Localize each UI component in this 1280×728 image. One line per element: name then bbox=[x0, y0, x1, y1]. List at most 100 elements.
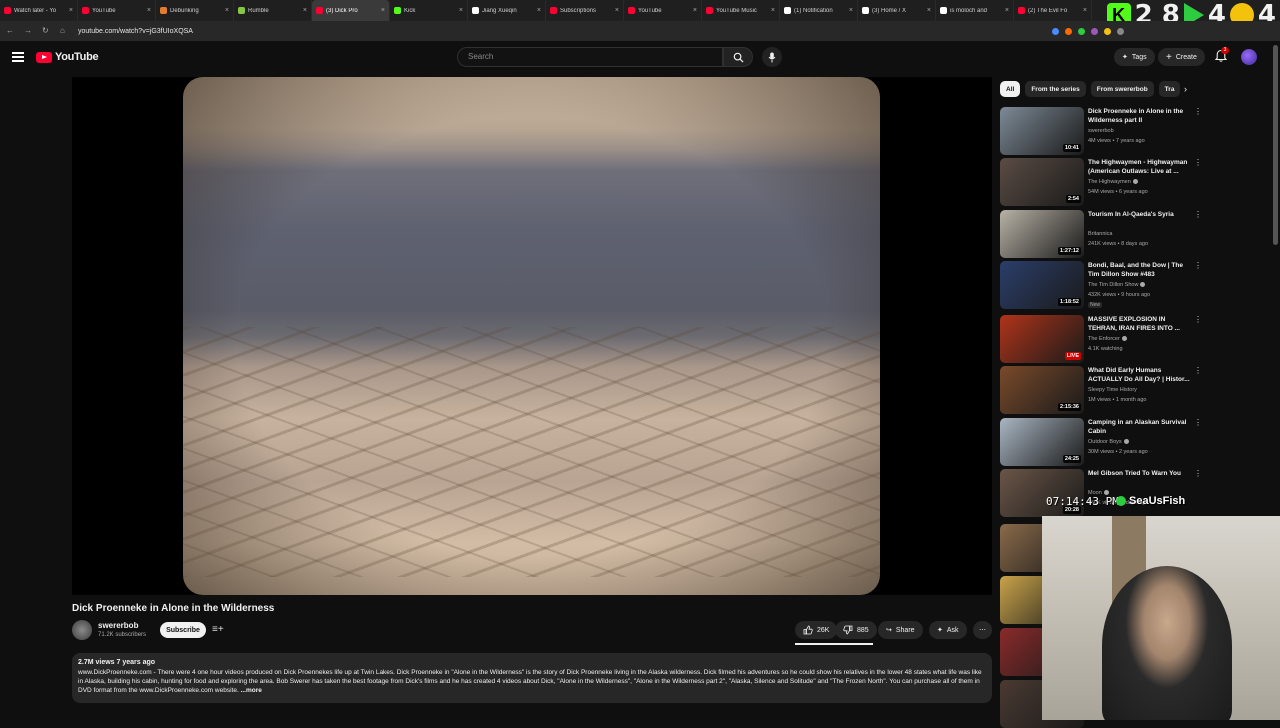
browser-tab[interactable]: Jiang Xueqin × bbox=[468, 0, 546, 21]
tab-close-icon[interactable]: × bbox=[615, 7, 619, 14]
browser-tab[interactable]: YouTube Music × bbox=[702, 0, 780, 21]
browser-tab[interactable]: YouTube × bbox=[78, 0, 156, 21]
home-icon[interactable]: ⌂ bbox=[60, 27, 68, 35]
tab-close-icon[interactable]: × bbox=[225, 7, 229, 14]
recommended-channel[interactable]: The Tim Dillon Show bbox=[1088, 282, 1146, 288]
browser-tab[interactable]: Subscriptions × bbox=[546, 0, 624, 21]
url-field[interactable]: youtube.com/watch?v=jG3fUIoXQSA bbox=[78, 28, 1042, 35]
recommended-video[interactable]: LIVE MASSIVE EXPLOSION IN TEHRAN, IRAN FI… bbox=[1000, 315, 1202, 363]
reload-icon[interactable]: ↻ bbox=[42, 27, 50, 35]
more-vertical-icon[interactable]: ⋮ bbox=[1194, 470, 1202, 478]
search-input[interactable]: Search bbox=[457, 47, 723, 67]
extension-icon[interactable] bbox=[1052, 27, 1059, 35]
tab-close-icon[interactable]: × bbox=[69, 7, 73, 14]
more-vertical-icon[interactable]: ⋮ bbox=[1194, 108, 1202, 116]
filter-chip[interactable]: From the series bbox=[1025, 81, 1086, 97]
tab-close-icon[interactable]: × bbox=[849, 7, 853, 14]
tab-close-icon[interactable]: × bbox=[459, 7, 463, 14]
page-scrollbar[interactable] bbox=[1273, 45, 1278, 245]
video-thumbnail[interactable]: 10:41 bbox=[1000, 107, 1084, 155]
more-vertical-icon[interactable]: ⋮ bbox=[1194, 211, 1202, 219]
recommended-channel[interactable]: The Highwaymen bbox=[1088, 179, 1138, 185]
recommended-title[interactable]: MASSIVE EXPLOSION IN TEHRAN, IRAN FIRES … bbox=[1088, 315, 1192, 333]
tab-close-icon[interactable]: × bbox=[1005, 7, 1009, 14]
create-button[interactable]: + Create bbox=[1158, 48, 1205, 66]
tab-close-icon[interactable]: × bbox=[537, 7, 541, 14]
video-thumbnail[interactable]: 1:27:12 bbox=[1000, 210, 1084, 258]
extension-icon[interactable] bbox=[1104, 27, 1111, 35]
recommended-title[interactable]: What Did Early Humans ACTUALLY Do All Da… bbox=[1088, 366, 1192, 384]
tab-close-icon[interactable]: × bbox=[147, 7, 151, 14]
dislike-button[interactable]: 885 bbox=[835, 621, 877, 639]
tab-close-icon[interactable]: × bbox=[927, 7, 931, 14]
more-vertical-icon[interactable]: ⋮ bbox=[1194, 367, 1202, 375]
browser-tab[interactable]: is moloch and × bbox=[936, 0, 1014, 21]
recommended-video[interactable]: 20:28 Mel Gibson Tried To Warn You Moon 850… bbox=[1000, 469, 1202, 517]
like-button[interactable]: 26K bbox=[795, 621, 838, 639]
video-thumbnail[interactable]: 24:25 bbox=[1000, 418, 1084, 466]
ask-button[interactable]: ✦ Ask bbox=[929, 621, 967, 639]
browser-tab[interactable]: Debunking × bbox=[156, 0, 234, 21]
video-thumbnail[interactable]: LIVE bbox=[1000, 315, 1084, 363]
recommended-video[interactable]: 24:25 Camping in an Alaskan Survival Cabi… bbox=[1000, 418, 1202, 466]
recommended-title[interactable]: Bondi, Baal, and the Dow | The Tim Dillo… bbox=[1088, 261, 1192, 279]
browser-tab[interactable]: (3) Dick Pro × bbox=[312, 0, 390, 21]
recommended-channel[interactable]: Britannica bbox=[1088, 231, 1112, 237]
video-player[interactable] bbox=[72, 77, 992, 595]
recommended-video[interactable]: 2:54 The Highwaymen - Highwayman (America… bbox=[1000, 158, 1202, 206]
video-thumbnail[interactable]: 2:15:36 bbox=[1000, 366, 1084, 414]
browser-tab[interactable]: (1) Notification × bbox=[780, 0, 858, 21]
description-box[interactable]: 2.7M views 7 years ago www.DickProenneke… bbox=[72, 653, 992, 703]
recommended-title[interactable]: Camping in an Alaskan Survival Cabin bbox=[1088, 418, 1192, 436]
tab-close-icon[interactable]: × bbox=[693, 7, 697, 14]
recommended-title[interactable]: Mel Gibson Tried To Warn You bbox=[1088, 469, 1192, 478]
more-vertical-icon[interactable]: ⋮ bbox=[1194, 316, 1202, 324]
browser-tab[interactable]: Kick × bbox=[390, 0, 468, 21]
tab-close-icon[interactable]: × bbox=[303, 7, 307, 14]
channel-name[interactable]: swererbob bbox=[98, 621, 138, 630]
extension-icon[interactable] bbox=[1078, 27, 1085, 35]
recommended-title[interactable]: Dick Proenneke in Alone in the Wildernes… bbox=[1088, 107, 1192, 125]
account-avatar[interactable] bbox=[1241, 49, 1257, 65]
recommended-channel[interactable]: Sleepy Time History bbox=[1088, 387, 1137, 393]
tab-close-icon[interactable]: × bbox=[381, 7, 385, 14]
chevron-right-icon[interactable]: › bbox=[1184, 84, 1187, 94]
recommended-title[interactable]: Tourism In Al-Qaeda's Syria bbox=[1088, 210, 1192, 219]
voice-search-button[interactable] bbox=[762, 47, 782, 67]
browser-tab[interactable]: (2) The Evil Fo × bbox=[1014, 0, 1092, 21]
recommended-video[interactable]: 10:41 Dick Proenneke in Alone in the Wild… bbox=[1000, 107, 1202, 155]
recommended-channel[interactable]: Outdoor Boys bbox=[1088, 439, 1129, 445]
more-vertical-icon[interactable]: ⋮ bbox=[1194, 159, 1202, 167]
menu-icon[interactable] bbox=[12, 52, 24, 62]
more-actions-button[interactable]: ⋯ bbox=[973, 621, 992, 639]
browser-tab[interactable]: Watch later - Yo × bbox=[0, 0, 78, 21]
extension-icon[interactable] bbox=[1117, 27, 1124, 35]
filter-chip[interactable]: Tra bbox=[1158, 81, 1181, 97]
tab-close-icon[interactable]: × bbox=[1083, 7, 1087, 14]
filter-chip[interactable]: From swererbob bbox=[1090, 81, 1154, 97]
search-button[interactable] bbox=[723, 47, 753, 67]
add-to-playlist-icon[interactable]: ≡+ bbox=[212, 624, 226, 636]
extension-icon[interactable] bbox=[1065, 27, 1072, 35]
share-button[interactable]: ↪ Share bbox=[878, 621, 923, 639]
browser-tab[interactable]: (3) Home / X × bbox=[858, 0, 936, 21]
youtube-logo[interactable]: YouTube bbox=[36, 51, 99, 63]
more-vertical-icon[interactable]: ⋮ bbox=[1194, 419, 1202, 427]
more-vertical-icon[interactable]: ⋮ bbox=[1194, 262, 1202, 270]
recommended-video[interactable]: 1:18:52 Bondi, Baal, and the Dow | The Ti… bbox=[1000, 261, 1202, 309]
channel-avatar[interactable] bbox=[72, 620, 92, 640]
recommended-channel[interactable]: swererbob bbox=[1088, 128, 1114, 134]
subscribe-button[interactable]: Subscribe bbox=[160, 622, 206, 638]
video-thumbnail[interactable]: 20:28 bbox=[1000, 469, 1084, 517]
browser-tab[interactable]: YouTube × bbox=[624, 0, 702, 21]
filter-chip[interactable]: All bbox=[1000, 81, 1021, 97]
browser-tab[interactable]: Rumble × bbox=[234, 0, 312, 21]
tags-button[interactable]: ✦ Tags bbox=[1114, 48, 1155, 66]
recommended-title[interactable]: The Highwaymen - Highwayman (American Ou… bbox=[1088, 158, 1192, 176]
tab-close-icon[interactable]: × bbox=[771, 7, 775, 14]
recommended-video[interactable]: 2:15:36 What Did Early Humans ACTUALLY Do… bbox=[1000, 366, 1202, 414]
extension-icon[interactable] bbox=[1091, 27, 1098, 35]
video-thumbnail[interactable]: 2:54 bbox=[1000, 158, 1084, 206]
recommended-video[interactable]: 1:27:12 Tourism In Al-Qaeda's Syria Britan… bbox=[1000, 210, 1202, 258]
back-icon[interactable]: ← bbox=[6, 27, 14, 35]
